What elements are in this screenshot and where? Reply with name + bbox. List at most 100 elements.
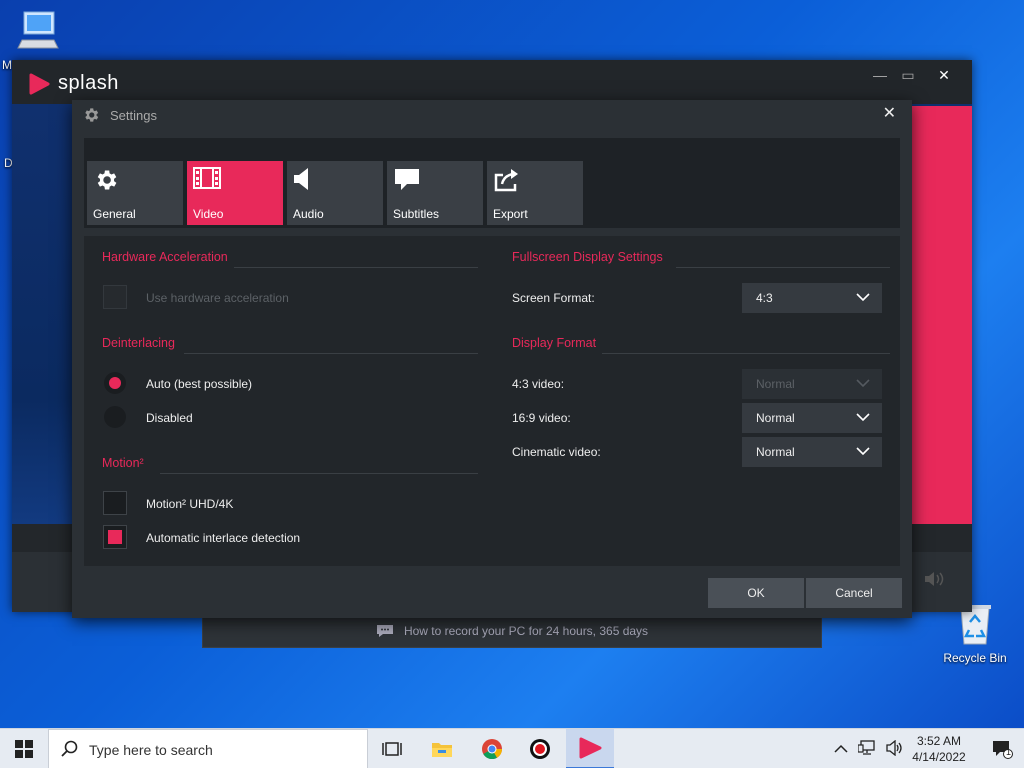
hardware-acceleration-checkbox[interactable]: [103, 285, 127, 309]
ok-button[interactable]: OK: [708, 578, 804, 608]
splash-play-icon: [579, 737, 602, 759]
motion-uhd-label: Motion² UHD/4K: [146, 497, 234, 511]
video-43-value: Normal: [756, 377, 795, 391]
chat-icon: [376, 625, 393, 637]
fullscreen-display-heading: Fullscreen Display Settings: [512, 250, 663, 264]
deinterlacing-auto-label: Auto (best possible): [146, 377, 253, 391]
deinterlacing-auto-radio[interactable]: [104, 372, 126, 394]
settings-titlebar[interactable]: Settings ✕: [72, 100, 912, 130]
film-icon: [193, 167, 221, 189]
start-button[interactable]: [0, 729, 48, 768]
clock-time: 3:52 AM: [916, 734, 962, 748]
settings-title: Settings: [110, 108, 157, 123]
maximize-button[interactable]: ▭: [892, 64, 924, 86]
tab-general-label: General: [93, 207, 136, 221]
divider: [160, 473, 478, 474]
video-169-dropdown[interactable]: Normal: [742, 403, 882, 433]
cinematic-video-dropdown[interactable]: Normal: [742, 437, 882, 467]
screen-format-dropdown[interactable]: 4:3: [742, 283, 882, 313]
tab-export[interactable]: Export: [487, 161, 583, 225]
divider: [602, 353, 890, 354]
gear-icon: [85, 108, 99, 122]
video-169-label: 16:9 video:: [512, 411, 571, 425]
deinterlacing-disabled-label: Disabled: [146, 411, 193, 425]
chevron-down-icon: [856, 413, 870, 422]
desktop-clipped-label-1: M: [2, 58, 12, 72]
share-icon: [494, 169, 518, 192]
chevron-up-icon[interactable]: [834, 742, 848, 757]
video-settings-panel: Hardware Acceleration Use hardware accel…: [84, 236, 900, 566]
tab-export-label: Export: [493, 207, 528, 221]
splash-taskbar-button[interactable]: [566, 729, 614, 768]
this-pc-icon: [17, 11, 59, 49]
folder-icon: [432, 743, 452, 757]
tab-audio[interactable]: Audio: [287, 161, 383, 225]
deinterlacing-disabled-radio[interactable]: [104, 406, 126, 428]
recorder-button[interactable]: [516, 729, 564, 768]
gear-icon: [97, 170, 117, 190]
taskbar: Type here to search 3:52 AM 4/14/2022 1: [0, 728, 1024, 768]
auto-interlace-label: Automatic interlace detection: [146, 531, 301, 545]
tip-bar[interactable]: How to record your PC for 24 hours, 365 …: [202, 614, 822, 648]
chevron-down-icon: [856, 447, 870, 456]
chrome-icon: [482, 739, 503, 760]
search-icon: [61, 740, 78, 757]
search-placeholder: Type here to search: [89, 742, 213, 758]
windows-logo-icon: [15, 740, 33, 758]
cancel-button[interactable]: Cancel: [806, 578, 902, 608]
tab-subtitles-label: Subtitles: [393, 207, 440, 221]
taskbar-search-box[interactable]: Type here to search: [48, 729, 368, 768]
splash-logo-icon: [29, 73, 50, 94]
close-button[interactable]: ✕: [928, 64, 960, 86]
cinematic-video-value: Normal: [756, 445, 795, 459]
screen-format-value: 4:3: [756, 291, 773, 305]
tab-subtitles[interactable]: Subtitles: [387, 161, 483, 225]
tab-audio-label: Audio: [293, 207, 324, 221]
notification-center-button[interactable]: 1: [980, 729, 1024, 768]
settings-close-button[interactable]: ✕: [883, 103, 896, 123]
volume-icon[interactable]: [924, 570, 946, 593]
auto-interlace-checkbox[interactable]: [103, 525, 127, 549]
motion-heading: Motion²: [102, 456, 144, 470]
splash-app-name: splash: [58, 72, 119, 94]
deinterlacing-heading: Deinterlacing: [102, 336, 175, 350]
accent-panel: [912, 106, 972, 524]
tab-general[interactable]: General: [87, 161, 183, 225]
speaker-icon: [294, 168, 308, 190]
desktop-icon-this-pc[interactable]: [12, 8, 64, 57]
speech-bubble-icon: [395, 169, 419, 190]
settings-tabs: General Video Audio Subtitles Export: [84, 138, 900, 228]
chrome-button[interactable]: [468, 729, 516, 768]
motion-uhd-checkbox[interactable]: [103, 491, 127, 515]
splash-logo: splash: [28, 72, 119, 95]
video-43-label: 4:3 video:: [512, 377, 565, 391]
divider: [184, 353, 478, 354]
chevron-down-icon: [856, 379, 870, 388]
hardware-acceleration-heading: Hardware Acceleration: [102, 250, 228, 264]
task-view-button[interactable]: [368, 729, 416, 768]
tab-video[interactable]: Video: [187, 161, 283, 225]
clock-date: 4/14/2022: [912, 750, 966, 764]
screen-format-label: Screen Format:: [512, 291, 595, 305]
hardware-acceleration-label: Use hardware acceleration: [146, 291, 289, 305]
video-169-value: Normal: [756, 411, 795, 425]
record-icon: [530, 739, 550, 759]
chevron-down-icon: [856, 293, 870, 302]
display-format-heading: Display Format: [512, 336, 597, 350]
cinematic-video-label: Cinematic video:: [512, 445, 601, 459]
recycle-bin-label: Recycle Bin: [943, 651, 1007, 665]
file-explorer-button[interactable]: [418, 729, 466, 768]
taskbar-clock[interactable]: 3:52 AM 4/14/2022: [906, 733, 972, 765]
splash-titlebar[interactable]: splash — ▭ ✕: [12, 60, 972, 104]
tip-text: How to record your PC for 24 hours, 365 …: [403, 624, 649, 638]
video-43-dropdown[interactable]: Normal: [742, 369, 882, 399]
tab-video-label: Video: [193, 207, 224, 221]
divider: [234, 267, 478, 268]
notification-count: 1: [1006, 747, 1012, 757]
volume-tray-icon[interactable]: [886, 739, 904, 759]
task-view-icon: [382, 742, 402, 756]
settings-dialog: Settings ✕ General Video Audio Subtitles…: [72, 100, 912, 618]
divider: [676, 267, 890, 268]
system-tray: [834, 729, 904, 768]
network-icon[interactable]: [857, 739, 876, 759]
